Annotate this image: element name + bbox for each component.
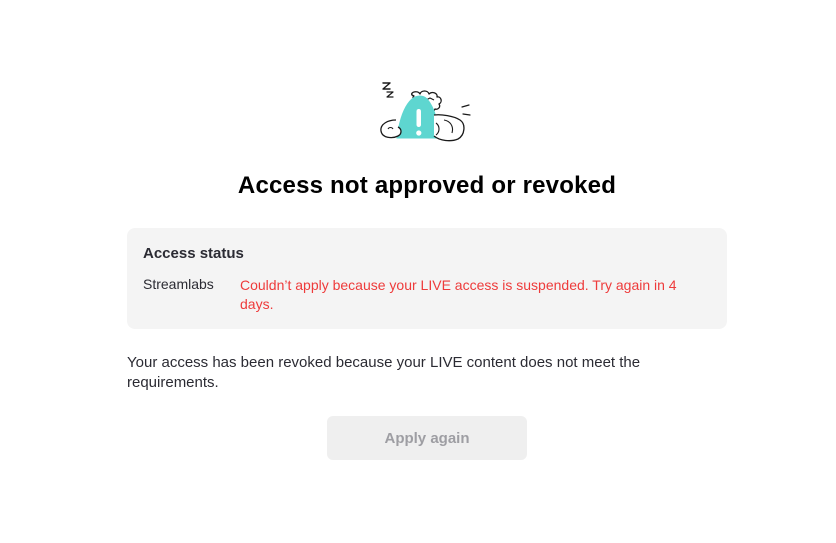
status-row-label-streamlabs: Streamlabs [143,276,214,292]
apply-again-button[interactable]: Apply again [327,416,527,460]
access-status-heading: Access status [143,245,244,262]
status-row-error-message: Couldn’t apply because your LIVE access … [240,277,677,312]
page-title: Access not approved or revoked [237,172,617,199]
access-revoked-page: Access not approved or revoked Access st… [0,0,836,543]
sleepy-warning-illustration-icon [380,82,471,142]
revocation-description: Your access has been revoked because you… [127,354,641,391]
access-status-card: Access status Streamlabs Couldn’t apply … [127,228,727,329]
